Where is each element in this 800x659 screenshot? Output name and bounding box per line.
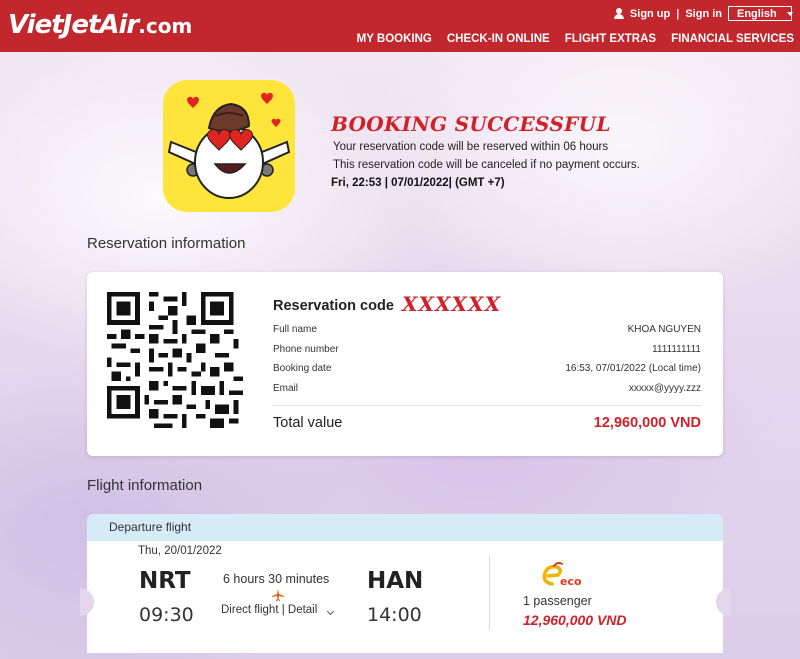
account-links: Sign up | Sign in English (613, 6, 793, 21)
flight-price: 12,960,000 VND (523, 612, 627, 628)
full-name-value: KHOA NGUYEN (627, 324, 701, 335)
nav-my-booking[interactable]: MY BOOKING (357, 33, 432, 45)
eco-fare-logo: eco (542, 562, 582, 588)
direct-flight-detail-link[interactable]: Direct flight | Detail (221, 604, 317, 616)
nav-check-in-online[interactable]: CHECK-IN ONLINE (447, 33, 550, 45)
link-separator: | (676, 7, 680, 20)
card-divider (273, 405, 701, 406)
origin-airport-code: NRT (139, 568, 191, 594)
flight-date: Thu, 20/01/2022 (138, 545, 222, 557)
departure-flight-label: Departure flight (109, 520, 192, 534)
cancellation-note: This reservation code will be canceled i… (333, 159, 640, 171)
nav-financial-services[interactable]: FINANCIAL SERVICES (671, 33, 794, 45)
logo-suffix: .com (138, 14, 193, 38)
site-header: VietJetAir.com Sign up | Sign in English… (0, 0, 800, 52)
info-row-full-name: Full name KHOA NGUYEN (273, 324, 701, 340)
booking-date-value: 16:53, 07/01/2022 (Local time) (565, 363, 701, 374)
departure-flight-bar: Departure flight (87, 514, 723, 541)
info-row-booking-date: Booking date 16:53, 07/01/2022 (Local ti… (273, 363, 701, 379)
email-label: Email (273, 383, 299, 394)
arrival-time: 14:00 (367, 604, 422, 626)
flight-card (87, 541, 723, 653)
passenger-count: 1 passenger (523, 594, 592, 608)
flight-section-title: Flight information (87, 477, 203, 494)
vietjet-logo[interactable]: VietJetAir.com (8, 10, 192, 40)
airplane-icon (272, 589, 284, 601)
nav-flight-extras[interactable]: FLIGHT EXTRAS (565, 33, 656, 45)
user-icon (613, 8, 624, 19)
full-name-label: Full name (273, 324, 317, 335)
sign-in-link[interactable]: Sign in (685, 8, 722, 20)
info-row-phone: Phone number 1111111111 (273, 344, 701, 360)
fare-divider (489, 556, 490, 630)
total-value-amount: 12,960,000 VND (593, 415, 701, 431)
info-row-email: Email xxxxx@yyyy.zzz (273, 383, 701, 399)
total-value-label: Total value (273, 415, 343, 431)
qr-code (107, 292, 243, 428)
destination-airport-code: HAN (367, 568, 424, 594)
email-value: xxxxx@yyyy.zzz (628, 383, 701, 394)
logo-text: VietJetAir (8, 10, 139, 40)
chevron-down-icon (786, 11, 793, 16)
phone-value: 1111111111 (652, 344, 701, 355)
mascot-image (163, 80, 295, 212)
reservation-card: Reservation code XXXXXX Full name KHOA N… (87, 272, 723, 456)
sign-up-link[interactable]: Sign up (630, 8, 670, 20)
reservation-code-label: Reservation code (273, 298, 394, 314)
main-nav: MY BOOKING CHECK-IN ONLINE FLIGHT EXTRAS… (357, 33, 794, 45)
reservation-hold-note: Your reservation code will be reserved w… (333, 141, 609, 153)
phone-label: Phone number (273, 344, 339, 355)
language-value: English (737, 7, 777, 20)
reservation-code-value: XXXXXX (402, 292, 502, 316)
booking-timestamp: Fri, 22:53 | 07/01/2022| (GMT +7) (331, 177, 505, 189)
eco-text: eco (560, 575, 582, 588)
reservation-section-title: Reservation information (87, 235, 246, 252)
flight-duration: 6 hours 30 minutes (223, 572, 330, 586)
departure-time: 09:30 (139, 604, 194, 626)
booking-success-title: BOOKING SUCCESSFUL (331, 112, 611, 136)
booking-date-label: Booking date (273, 363, 332, 374)
language-select[interactable]: English (728, 6, 793, 21)
